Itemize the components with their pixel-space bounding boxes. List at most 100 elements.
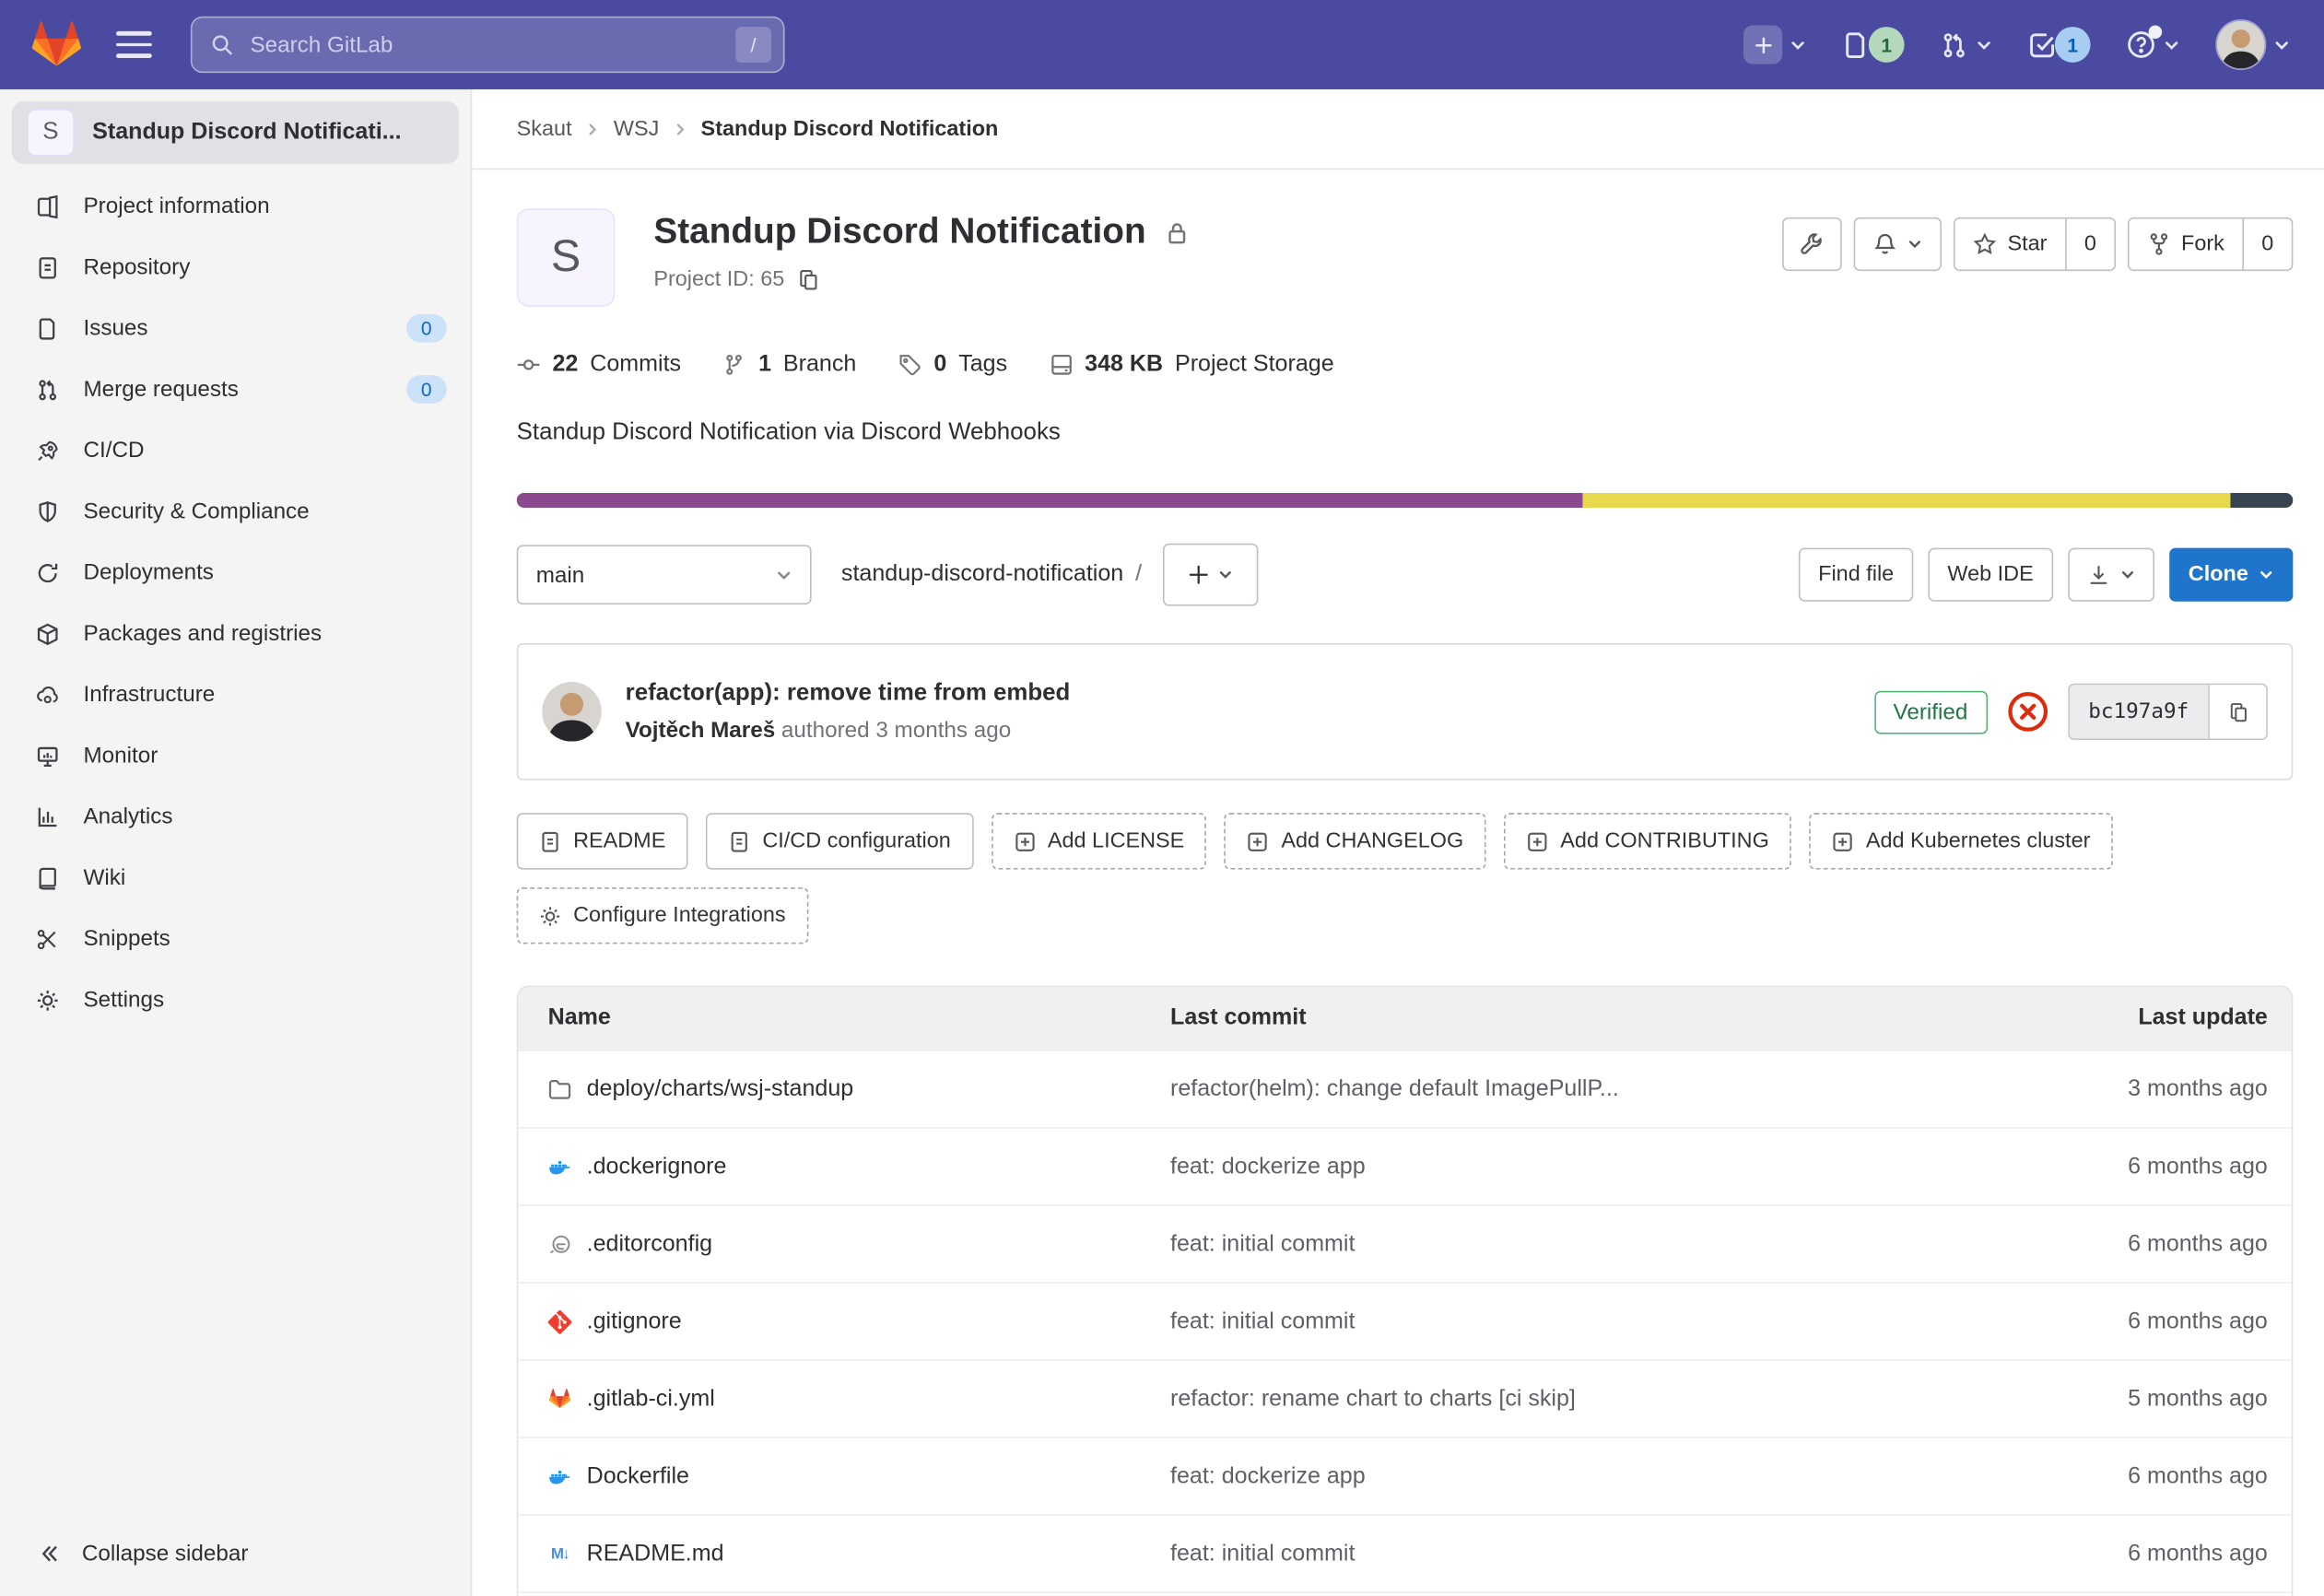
file-link[interactable]: .editorconfig xyxy=(548,1230,1170,1257)
docker-icon xyxy=(548,1464,572,1488)
file-icon xyxy=(728,830,750,852)
stat-storage[interactable]: 348 KBProject Storage xyxy=(1049,351,1333,378)
editorconfig-icon xyxy=(548,1232,572,1256)
breadcrumb-subgroup[interactable]: WSJ xyxy=(614,117,659,141)
branch-name: main xyxy=(536,562,585,587)
web-ide-button[interactable]: Web IDE xyxy=(1928,548,2052,602)
branch-selector[interactable]: main xyxy=(517,545,812,604)
help-menu-button[interactable] xyxy=(2116,29,2190,59)
star-button[interactable]: Star xyxy=(1955,219,2065,270)
project-header-actions: Star 0 Fork 0 xyxy=(1783,217,2294,307)
sidebar-item-wiki[interactable]: Wiki xyxy=(0,847,471,908)
download-button[interactable] xyxy=(2068,548,2154,602)
file-link[interactable]: deploy/charts/wsj-standup xyxy=(548,1075,1170,1102)
commit-title-link[interactable]: refactor(app): remove time from embed xyxy=(626,680,1071,707)
copy-sha-button[interactable] xyxy=(2208,685,2266,738)
sidebar-item-settings[interactable]: Settings xyxy=(0,969,471,1030)
commit-message-link[interactable]: refactor(helm): change default ImagePull… xyxy=(1170,1075,2014,1102)
star-count[interactable]: 0 xyxy=(2065,219,2114,270)
sidebar-project-context[interactable]: S Standup Discord Notificati... xyxy=(12,101,459,164)
commit-message-link[interactable]: feat: initial commit xyxy=(1170,1308,2014,1334)
commit-message-link[interactable]: feat: initial commit xyxy=(1170,1541,2014,1567)
commit-author-link[interactable]: Vojtěch Mareš xyxy=(626,718,776,743)
chevron-down-icon xyxy=(1907,237,1922,252)
sidebar-item-analytics[interactable]: Analytics xyxy=(0,786,471,847)
sidebar-item-cicd[interactable]: CI/CD xyxy=(0,420,471,481)
fork-button[interactable]: Fork xyxy=(2129,219,2242,270)
fork-icon xyxy=(2147,232,2171,256)
pipeline-failed-icon[interactable] xyxy=(2006,691,2048,733)
global-search[interactable]: / xyxy=(191,17,785,73)
sidebar-item-label: CI/CD xyxy=(83,438,144,463)
commit-sha[interactable]: bc197a9f xyxy=(2069,685,2208,738)
file-link[interactable]: .gitignore xyxy=(548,1308,1170,1334)
sidebar-item-infrastructure[interactable]: Infrastructure xyxy=(0,664,471,725)
cicd-configuration-button[interactable]: CI/CD configuration xyxy=(706,813,973,869)
configure-integrations-button[interactable]: Configure Integrations xyxy=(517,887,808,944)
sidebar-item-repository[interactable]: Repository xyxy=(0,237,471,298)
file-link[interactable]: M↓ README.md xyxy=(548,1541,1170,1567)
notifications-button[interactable] xyxy=(1854,217,1942,271)
add-license-button[interactable]: Add LICENSE xyxy=(991,813,1206,869)
sidebar-item-merge-requests[interactable]: Merge requests 0 xyxy=(0,358,471,419)
file-link[interactable]: Dockerfile xyxy=(548,1463,1170,1490)
find-file-button[interactable]: Find file xyxy=(1799,548,1913,602)
readme-button[interactable]: README xyxy=(517,813,688,869)
fork-button-group: Fork 0 xyxy=(2128,217,2293,271)
commit-message-link[interactable]: refactor: rename chart to charts [ci ski… xyxy=(1170,1386,2014,1413)
sidebar-item-label: Repository xyxy=(83,254,190,279)
repo-path-root[interactable]: standup-discord-notification xyxy=(841,561,1123,588)
sidebar-item-label: Analytics xyxy=(83,804,172,829)
sidebar-item-issues[interactable]: Issues 0 xyxy=(0,298,471,358)
sidebar-item-label: Infrastructure xyxy=(83,682,215,707)
last-update: 6 months ago xyxy=(2014,1153,2268,1179)
stat-branches[interactable]: 1Branch xyxy=(722,351,856,378)
add-contributing-button[interactable]: Add CONTRIBUTING xyxy=(1504,813,1791,869)
sidebar-item-label: Issues xyxy=(83,316,147,341)
last-update: 3 months ago xyxy=(2014,1075,2268,1102)
menu-hamburger-icon[interactable] xyxy=(116,31,152,57)
markdown-icon: M↓ xyxy=(548,1542,572,1566)
commit-message-link[interactable]: feat: dockerize app xyxy=(1170,1153,2014,1179)
gitlab-logo-icon[interactable] xyxy=(29,19,83,70)
disk-icon xyxy=(1049,353,1073,377)
commit-message-link[interactable]: feat: dockerize app xyxy=(1170,1463,2014,1490)
file-link[interactable]: .dockerignore xyxy=(548,1153,1170,1179)
gitlab-tanuki-icon xyxy=(548,1387,572,1411)
breadcrumb-group[interactable]: Skaut xyxy=(517,117,572,141)
sidebar-item-monitor[interactable]: Monitor xyxy=(0,725,471,786)
new-menu-button[interactable] xyxy=(1733,25,1816,64)
gear-icon xyxy=(539,905,561,927)
search-input[interactable] xyxy=(247,30,735,59)
fork-count[interactable]: 0 xyxy=(2242,219,2291,270)
stat-commits[interactable]: 22Commits xyxy=(517,351,681,378)
collapse-sidebar-button[interactable]: Collapse sidebar xyxy=(0,1509,471,1596)
issues-shortcut-button[interactable]: 1 xyxy=(1831,27,1914,63)
language-bar[interactable] xyxy=(517,493,2294,508)
sidebar-item-project-information[interactable]: Project information xyxy=(0,176,471,237)
todos-button[interactable]: 1 xyxy=(2017,27,2100,63)
path-separator: / xyxy=(1135,561,1142,588)
stat-tags[interactable]: 0Tags xyxy=(898,351,1008,378)
clone-button[interactable]: Clone xyxy=(2169,548,2294,602)
verified-badge[interactable]: Verified xyxy=(1874,690,1988,733)
commit-message-link[interactable]: feat: initial commit xyxy=(1170,1230,2014,1257)
file-link[interactable]: .gitlab-ci.yml xyxy=(548,1386,1170,1413)
user-menu-button[interactable] xyxy=(2205,19,2300,70)
plus-square-icon xyxy=(1832,830,1854,852)
sidebar-item-deployments[interactable]: Deployments xyxy=(0,542,471,603)
chevron-down-icon xyxy=(2164,37,2180,53)
add-kubernetes-cluster-button[interactable]: Add Kubernetes cluster xyxy=(1809,813,2112,869)
merge-requests-button[interactable] xyxy=(1930,30,2002,59)
column-header-name: Name xyxy=(548,1005,1170,1032)
admin-wrench-button[interactable] xyxy=(1783,217,1843,271)
add-file-button[interactable] xyxy=(1163,544,1258,606)
sidebar-item-snippets[interactable]: Snippets xyxy=(0,909,471,969)
copy-project-id-icon[interactable] xyxy=(796,268,820,292)
sidebar-item-packages-registries[interactable]: Packages and registries xyxy=(0,603,471,663)
sidebar-item-security-compliance[interactable]: Security & Compliance xyxy=(0,481,471,542)
topbar: / 1 xyxy=(0,0,2324,89)
add-changelog-button[interactable]: Add CHANGELOG xyxy=(1225,813,1486,869)
merge-requests-count-badge: 0 xyxy=(406,375,447,404)
last-update: 6 months ago xyxy=(2014,1463,2268,1490)
